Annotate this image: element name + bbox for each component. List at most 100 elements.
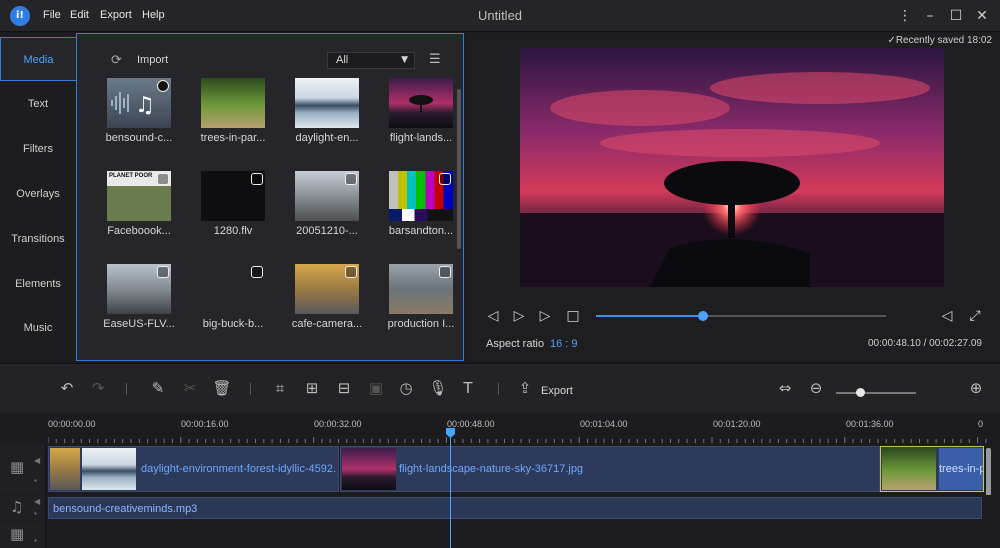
maximize-icon[interactable]: ☐	[946, 6, 966, 26]
import-button[interactable]: Import	[137, 54, 168, 66]
zoom-in-icon[interactable]: ⊕	[966, 378, 986, 398]
toolbar-divider	[498, 383, 499, 395]
microphone-icon[interactable]: 🎙	[428, 378, 448, 398]
track-mute-icon[interactable]: ◀	[34, 456, 40, 465]
audio-clip[interactable]: bensound-creativeminds.mp3	[48, 497, 982, 519]
more-icon[interactable]: ⋮	[895, 6, 915, 26]
media-filter-select[interactable]: All ▼	[327, 52, 415, 69]
play-icon[interactable]: ▷	[510, 307, 528, 325]
video-badge-icon	[157, 266, 169, 278]
video-preview[interactable]	[520, 48, 944, 287]
media-scrollbar[interactable]	[457, 89, 461, 249]
cut-icon[interactable]: ✂	[180, 378, 200, 398]
video-clip-label: daylight-environment-forest-idyllic-4592…	[141, 463, 337, 475]
playback-progress-fill	[596, 315, 704, 317]
media-item-label: 20051210-...	[296, 225, 358, 237]
window-title: Untitled	[477, 8, 523, 23]
media-item[interactable]: daylight-en...	[287, 78, 367, 158]
speed-clock-icon[interactable]: ◷	[396, 378, 416, 398]
image-thumbnail	[389, 78, 453, 128]
media-item[interactable]: big-buck-b...	[193, 264, 273, 344]
media-item[interactable]: 20051210-...	[287, 171, 367, 251]
list-view-icon[interactable]: ☰	[429, 53, 445, 67]
video-clip-label: flight-landscape-nature-sky-36717.jpg	[399, 463, 584, 475]
tab-media[interactable]: Media	[0, 37, 76, 81]
tab-transitions[interactable]: Transitions	[0, 217, 76, 261]
chevron-down-icon: ▼	[401, 55, 408, 65]
stop-icon[interactable]: □	[564, 307, 582, 325]
text-to-speech-icon[interactable]: T	[458, 378, 478, 398]
playback-progress-handle[interactable]	[698, 311, 709, 321]
media-item-label: Faceboook...	[107, 225, 171, 237]
toolbar-divider	[250, 383, 251, 395]
aspect-ratio-label: Aspect ratio	[486, 338, 545, 350]
fit-timeline-icon[interactable]: ⇔	[775, 378, 795, 398]
audio-clip-label: bensound-creativeminds.mp3	[53, 503, 198, 515]
video-thumbnail	[389, 171, 453, 221]
tab-overlays[interactable]: Overlays	[0, 172, 76, 216]
empty-track: ▦ ▪	[0, 522, 1000, 548]
zoom-crop-icon[interactable]: ⊞	[302, 378, 322, 398]
step-forward-icon[interactable]: ▷	[536, 307, 554, 325]
image-thumbnail	[201, 78, 265, 128]
video-badge-icon	[439, 173, 451, 185]
tab-text[interactable]: Text	[0, 82, 76, 126]
ruler-label: 0	[978, 419, 984, 429]
music-badge-icon	[157, 80, 169, 92]
undo-icon[interactable]: ↶	[57, 378, 77, 398]
ruler-label: 00:00:00.00	[48, 419, 96, 429]
tab-music[interactable]: Music	[0, 306, 76, 350]
redo-icon[interactable]: ↷	[88, 378, 108, 398]
video-clip[interactable]: flight-landscape-nature-sky-36717.jpg	[340, 446, 880, 492]
track-mute-icon[interactable]: ◀	[34, 497, 40, 506]
clip-thumbnail	[82, 448, 136, 490]
media-item[interactable]: 1280.flv	[193, 171, 273, 251]
video-badge-icon	[251, 173, 263, 185]
timeline-ruler[interactable]: 00:00:00.00 00:00:16.00 00:00:32.00 00:0…	[0, 413, 1000, 443]
filter-value: All	[336, 54, 349, 66]
export-icon[interactable]: ⇪	[515, 378, 535, 398]
edit-pencil-icon[interactable]: ✎	[148, 378, 168, 398]
step-back-icon[interactable]: ◁	[484, 307, 502, 325]
fullscreen-icon[interactable]: ⤢	[966, 307, 984, 325]
ruler-label: 00:01:20.00	[713, 419, 761, 429]
playhead-line[interactable]	[450, 430, 451, 548]
import-icon[interactable]: ⟳	[111, 53, 122, 68]
volume-icon[interactable]: ◁	[938, 307, 956, 325]
media-item[interactable]: trees-in-par...	[193, 78, 273, 158]
timeline-toolbar: ↶ ↷ ✎ ✂ 🗑 ⌗ ⊞ ⊟ ▣ ◷ 🎙 T ⇪ Export ⇔ ⊖ ⊕	[0, 363, 1000, 413]
mosaic-icon[interactable]: ⊟	[334, 378, 354, 398]
media-item[interactable]: cafe-camera...	[287, 264, 367, 344]
media-item[interactable]: barsandton...	[381, 171, 461, 251]
track-lock-icon[interactable]: ▪	[34, 509, 37, 518]
video-thumbnail	[295, 264, 359, 314]
close-icon[interactable]: ✕	[972, 6, 992, 26]
save-status: ✓Recently saved 18:02	[887, 35, 992, 46]
video-clip[interactable]: trees-in-p	[880, 446, 984, 492]
film-icon: ▦	[10, 458, 25, 476]
export-button[interactable]: Export	[541, 385, 573, 397]
image-thumbnail	[295, 78, 359, 128]
zoom-out-icon[interactable]: ⊖	[806, 378, 826, 398]
zoom-slider-track[interactable]	[836, 392, 916, 394]
media-item[interactable]: PLANET POOR Faceboook...	[99, 171, 179, 251]
video-badge-icon	[439, 266, 451, 278]
clip-thumbnail	[342, 448, 396, 490]
minimize-icon[interactable]: –	[920, 6, 940, 26]
track-lock-icon[interactable]: ▪	[34, 536, 37, 545]
delete-icon[interactable]: 🗑	[212, 378, 232, 398]
ruler-ticks	[48, 437, 987, 443]
track-lock-icon[interactable]: ▪	[34, 476, 37, 485]
freeze-frame-icon[interactable]: ▣	[366, 378, 386, 398]
aspect-ratio-value[interactable]: 16 : 9	[550, 338, 578, 350]
zoom-slider-handle[interactable]	[856, 388, 865, 397]
video-clip[interactable]: daylight-environment-forest-idyllic-4592…	[48, 446, 339, 492]
media-item[interactable]: flight-lands...	[381, 78, 461, 158]
media-item[interactable]: production I...	[381, 264, 461, 344]
tab-elements[interactable]: Elements	[0, 262, 76, 306]
clip-thumbnail	[882, 448, 936, 490]
media-item[interactable]: EaseUS-FLV...	[99, 264, 179, 344]
media-item[interactable]: ♫ bensound-c...	[99, 78, 179, 158]
crop-icon[interactable]: ⌗	[270, 378, 290, 398]
tab-filters[interactable]: Filters	[0, 127, 76, 171]
